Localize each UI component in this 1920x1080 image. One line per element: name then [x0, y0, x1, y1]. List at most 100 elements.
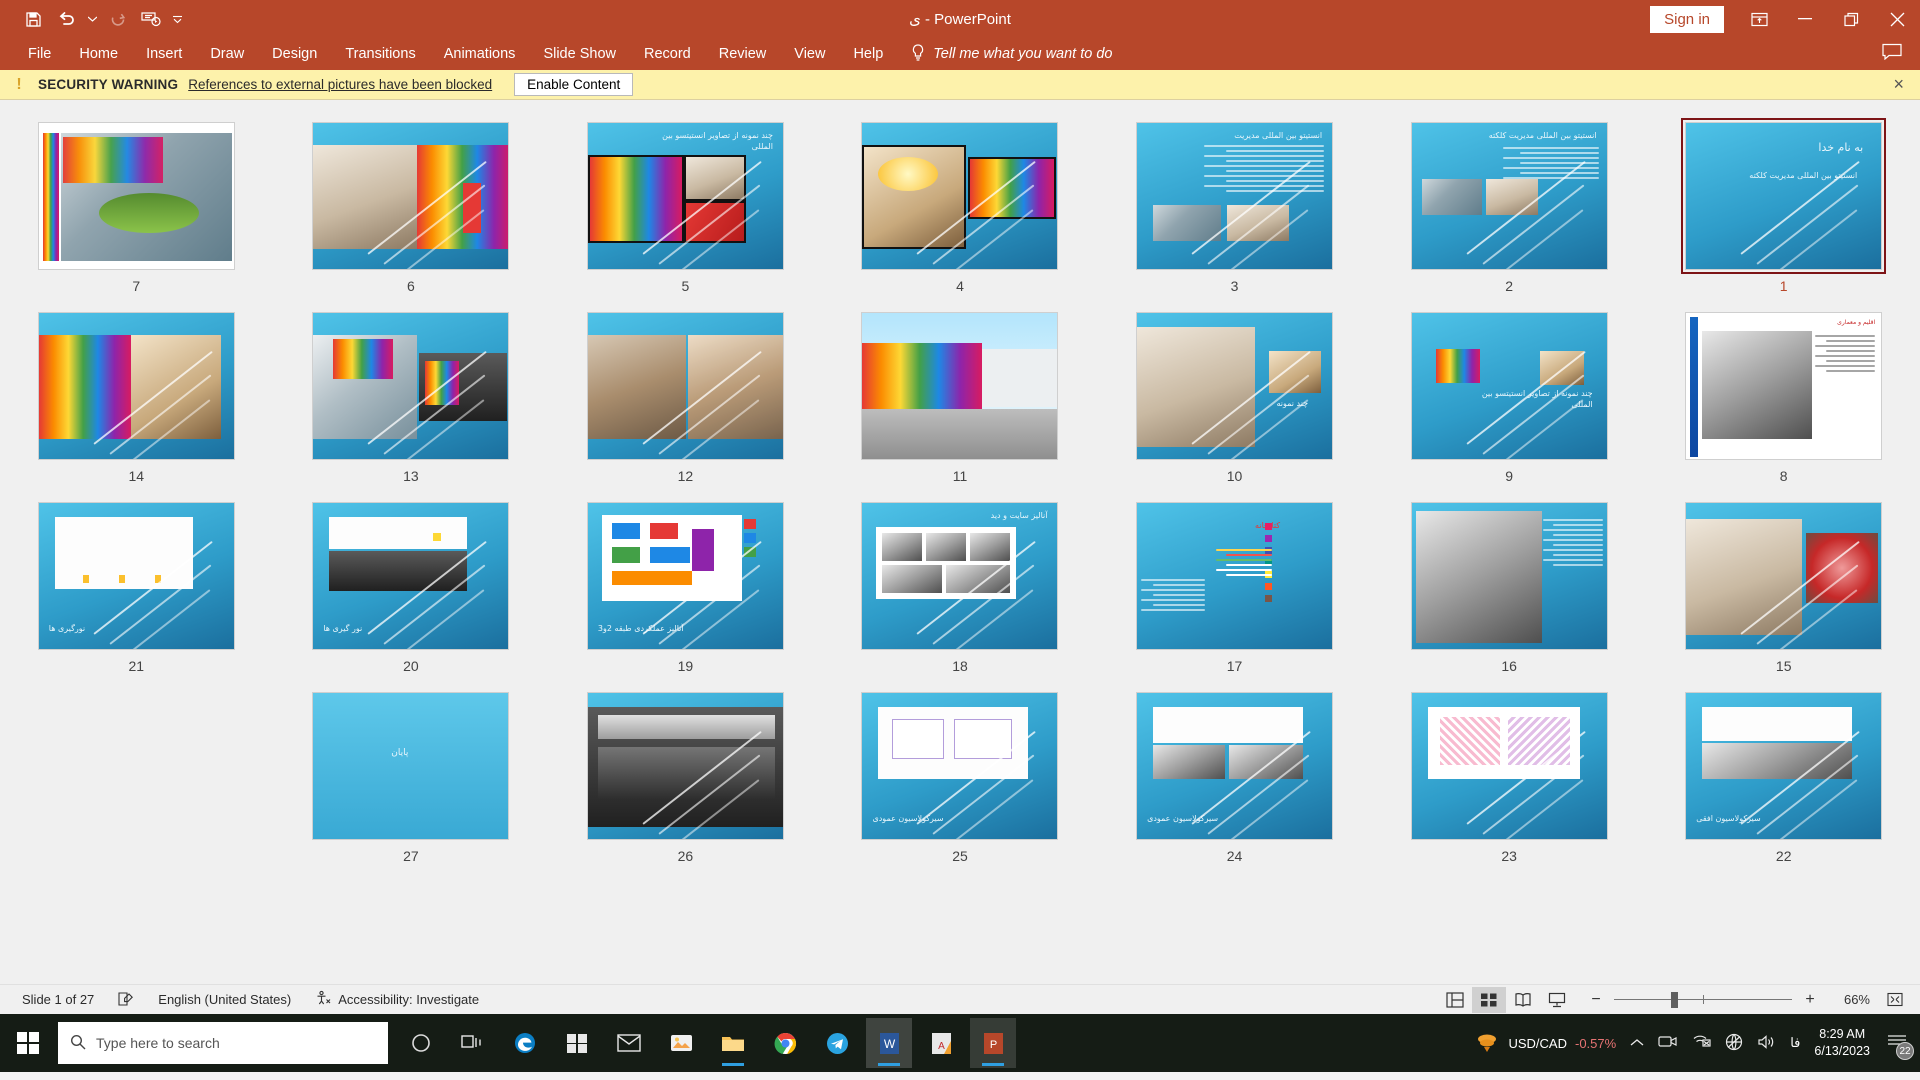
zoom-out-button[interactable]: −	[1588, 991, 1604, 1009]
tab-record[interactable]: Record	[630, 42, 705, 66]
input-language-indicator[interactable]: فا	[1790, 1035, 1800, 1051]
acrobat-icon[interactable]: A	[918, 1018, 964, 1068]
tab-home[interactable]: Home	[65, 42, 132, 66]
globe-icon[interactable]	[1725, 1033, 1743, 1054]
enable-content-button[interactable]: Enable Content	[514, 73, 634, 96]
ribbon-display-options-icon[interactable]	[1736, 0, 1782, 38]
volume-icon[interactable]	[1757, 1034, 1776, 1053]
accessibility-checker[interactable]: Accessibility: Investigate	[303, 990, 491, 1009]
slide-cell[interactable]: چند نمونه از تصاویر انستیتسو بین المللی …	[1393, 308, 1626, 488]
slide-thumbnail-15[interactable]	[1681, 498, 1886, 654]
language-indicator[interactable]: English (United States)	[146, 992, 303, 1007]
sign-in-button[interactable]: Sign in	[1650, 5, 1724, 33]
slide-thumbnail-9[interactable]: چند نمونه از تصاویر انستیتسو بین المللی	[1407, 308, 1612, 464]
slide-thumbnail-26[interactable]	[583, 688, 788, 844]
tab-help[interactable]: Help	[839, 42, 897, 66]
tab-draw[interactable]: Draw	[196, 42, 258, 66]
slide-thumbnail-6[interactable]	[308, 118, 513, 274]
tell-me-search[interactable]: Tell me what you want to do	[911, 43, 1113, 65]
slide-cell[interactable]: اقلیم و معماری 8	[1667, 308, 1900, 488]
tab-design[interactable]: Design	[258, 42, 331, 66]
slide-thumbnail-7[interactable]	[34, 118, 239, 274]
slide-cell[interactable]: به نام خدا انستیتو بین المللی مدیریت کلک…	[1667, 118, 1900, 298]
tab-view[interactable]: View	[780, 42, 839, 66]
show-hidden-icons[interactable]	[1630, 1036, 1644, 1051]
windows-start-button[interactable]	[0, 1014, 56, 1072]
slide-thumbnail-16[interactable]	[1407, 498, 1612, 654]
slide-thumbnail-13[interactable]	[308, 308, 513, 464]
slide-thumbnail-2[interactable]: انستیتو بین المللی مدیریت کلکته	[1407, 118, 1612, 274]
word-icon[interactable]: W	[866, 1018, 912, 1068]
taskbar-search-input[interactable]: Type here to search	[58, 1022, 388, 1064]
slide-cell[interactable]: چند نمونه 10	[1118, 308, 1351, 488]
slide-cell[interactable]: پایان 27	[295, 688, 528, 868]
slide-cell[interactable]: 4	[844, 118, 1077, 298]
slide-thumbnail-12[interactable]	[583, 308, 788, 464]
slide-cell[interactable]: نور گیری ها 20	[295, 498, 528, 678]
mail-icon[interactable]	[606, 1018, 652, 1068]
slide-thumbnail-27[interactable]: پایان	[308, 688, 513, 844]
undo-dropdown-icon[interactable]	[84, 5, 100, 33]
slide-cell[interactable]: سیرکولاسیون افقی 22	[1667, 688, 1900, 868]
slide-show-button[interactable]	[1540, 987, 1574, 1013]
slide-cell[interactable]: 6	[295, 118, 528, 298]
slide-cell[interactable]: 14	[20, 308, 253, 488]
slide-cell[interactable]: 26	[569, 688, 802, 868]
redo-icon[interactable]	[103, 5, 133, 33]
restore-icon[interactable]	[1828, 0, 1874, 38]
slide-cell[interactable]: 13	[295, 308, 528, 488]
close-warning-icon[interactable]: ×	[1887, 74, 1910, 95]
comments-icon[interactable]	[1882, 43, 1902, 65]
slide-cell[interactable]: 7	[20, 118, 253, 298]
file-explorer-icon[interactable]	[710, 1018, 756, 1068]
slide-thumbnail-10[interactable]: چند نمونه	[1132, 308, 1337, 464]
slide-cell[interactable]: 11	[844, 308, 1077, 488]
slide-cell[interactable]: 15	[1667, 498, 1900, 678]
zoom-in-button[interactable]: +	[1802, 991, 1818, 1009]
slide-cell[interactable]: انستیتو بین المللی مدیریت 3	[1118, 118, 1351, 298]
task-view-icon[interactable]	[450, 1018, 496, 1068]
notes-icon[interactable]	[106, 992, 146, 1007]
slide-thumbnail-18[interactable]: آنالیز سایت و دید	[857, 498, 1062, 654]
slide-sorter-view-button[interactable]	[1472, 986, 1506, 1013]
meet-now-icon[interactable]	[1658, 1034, 1678, 1052]
cortana-icon[interactable]	[398, 1018, 444, 1068]
zoom-level-label[interactable]: 66%	[1828, 992, 1870, 1007]
slide-thumbnail-25[interactable]: سیرکولاسیون عمودی	[857, 688, 1062, 844]
slide-cell[interactable]: 16	[1393, 498, 1626, 678]
slide-thumbnail-19[interactable]: آنالیز عملکردی طبقه 2و3	[583, 498, 788, 654]
normal-view-button[interactable]	[1438, 987, 1472, 1013]
slide-cell[interactable]: انستیتو بین المللی مدیریت کلکته 2	[1393, 118, 1626, 298]
edge-icon[interactable]	[502, 1018, 548, 1068]
slide-counter[interactable]: Slide 1 of 27	[10, 992, 106, 1007]
start-from-beginning-icon[interactable]	[136, 5, 166, 33]
undo-icon[interactable]	[51, 5, 81, 33]
tab-file[interactable]: File	[14, 42, 65, 66]
tab-slide-show[interactable]: Slide Show	[529, 42, 630, 66]
stock-widget[interactable]: USD/CAD -0.57%	[1474, 1031, 1616, 1056]
save-icon[interactable]	[18, 5, 48, 33]
slide-sorter-workspace[interactable]: 7 6 چند نمونه از تصاویر انستیتسو بین الم…	[0, 100, 1920, 984]
slide-cell[interactable]: آنالیز سایت و دید 18	[844, 498, 1077, 678]
slide-cell[interactable]: 12	[569, 308, 802, 488]
slide-cell[interactable]: کتابخانه	[1118, 498, 1351, 678]
zoom-slider[interactable]	[1614, 991, 1792, 1008]
slide-thumbnail-3[interactable]: انستیتو بین المللی مدیریت	[1132, 118, 1337, 274]
slide-thumbnail-4[interactable]	[857, 118, 1062, 274]
slide-thumbnail-23[interactable]	[1407, 688, 1612, 844]
tab-review[interactable]: Review	[705, 42, 781, 66]
slide-thumbnail-22[interactable]: سیرکولاسیون افقی	[1681, 688, 1886, 844]
slide-thumbnail-21[interactable]: نورگیری ها	[34, 498, 239, 654]
slide-cell[interactable]: سیرکولاسیون عمودی 25	[844, 688, 1077, 868]
slide-thumbnail-17[interactable]: کتابخانه	[1132, 498, 1337, 654]
taskbar-clock[interactable]: 8:29 AM 6/13/2023	[1814, 1026, 1870, 1060]
microsoft-store-icon[interactable]	[554, 1018, 600, 1068]
slide-cell[interactable]: نورگیری ها 21	[20, 498, 253, 678]
tab-transitions[interactable]: Transitions	[331, 42, 429, 66]
chrome-icon[interactable]	[762, 1018, 808, 1068]
close-icon[interactable]	[1874, 0, 1920, 38]
notification-center-button[interactable]: 22	[1884, 1030, 1914, 1060]
slide-thumbnail-11[interactable]	[857, 308, 1062, 464]
photos-icon[interactable]	[658, 1018, 704, 1068]
network-icon[interactable]	[1692, 1034, 1711, 1052]
